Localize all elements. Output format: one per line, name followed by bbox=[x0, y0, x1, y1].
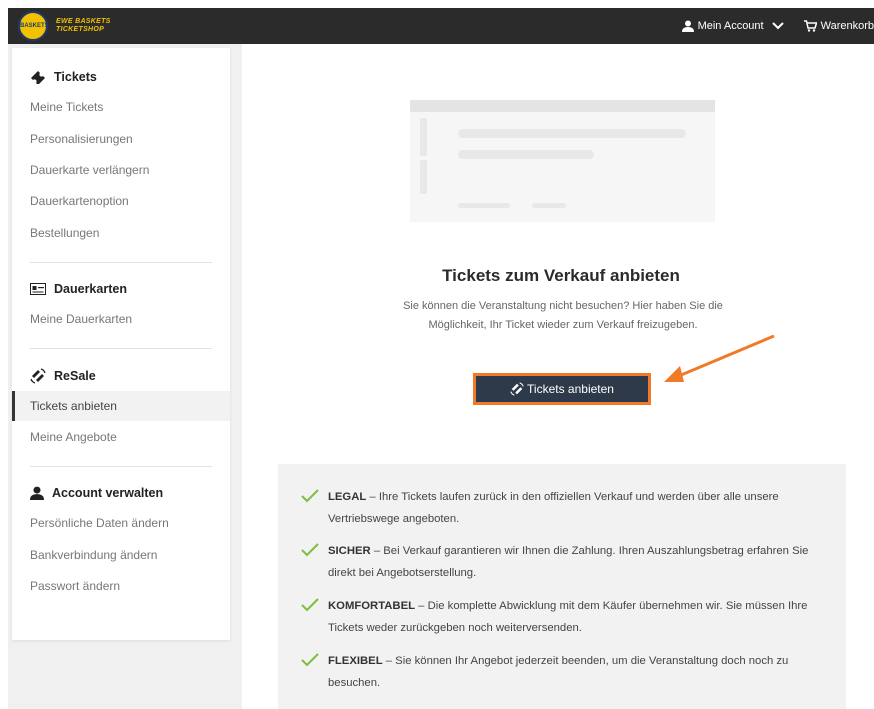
page-title: Tickets zum Verkauf anbieten bbox=[442, 266, 680, 285]
sidebar-item-bestellungen[interactable]: Bestellungen bbox=[30, 226, 99, 240]
id-card-icon bbox=[30, 283, 46, 295]
brand-line-1: EWE BASKETS bbox=[56, 18, 111, 25]
benefit-text: SICHER – Bei Verkauf garantieren wir Ihn… bbox=[328, 545, 809, 579]
annotation-arrow-icon bbox=[664, 334, 775, 382]
benefit-label: LEGAL bbox=[328, 491, 367, 503]
sidebar: Tickets Meine Tickets Personalisierungen… bbox=[12, 48, 230, 640]
checkmark-icon bbox=[301, 653, 319, 667]
user-icon bbox=[30, 486, 44, 500]
sidebar-section-tickets-title: Tickets bbox=[54, 70, 97, 84]
sidebar-item-tickets-anbieten[interactable]: Tickets anbieten bbox=[12, 391, 230, 421]
benefit-description: Sie können Ihr Angebot jederzeit beenden… bbox=[328, 655, 789, 689]
top-nav-actions: Mein Account Warenkorb bbox=[668, 8, 874, 44]
cart-label: Warenkorb bbox=[820, 20, 874, 32]
illustration-side-bar bbox=[420, 118, 427, 156]
sidebar-section-resale: ReSale bbox=[30, 368, 96, 384]
sidebar-item-passwort[interactable]: Passwort ändern bbox=[30, 579, 120, 593]
account-menu-label: Mein Account bbox=[697, 20, 764, 32]
sidebar-item-dauerkartenoption[interactable]: Dauerkartenoption bbox=[30, 194, 129, 208]
top-navigation-bar: BASKETS EWE BASKETS TICKETSHOP Mein Acco… bbox=[8, 8, 874, 44]
ticket-illustration bbox=[410, 100, 715, 222]
chevron-down-icon bbox=[771, 22, 784, 30]
brand-logo[interactable]: BASKETS EWE BASKETS TICKETSHOP bbox=[18, 11, 138, 41]
benefit-description: Ihre Tickets laufen zurück in den offizi… bbox=[328, 491, 779, 525]
checkmark-icon bbox=[301, 598, 319, 612]
sidebar-section-dauerkarten-title: Dauerkarten bbox=[54, 282, 127, 296]
sidebar-divider bbox=[30, 466, 212, 467]
illustration-side-bar bbox=[420, 160, 427, 194]
resale-icon bbox=[510, 382, 524, 396]
user-icon bbox=[681, 20, 694, 32]
illustration-text-line bbox=[458, 203, 510, 208]
checkmark-icon bbox=[301, 543, 319, 557]
illustration-text-line bbox=[532, 203, 566, 208]
benefits-panel: LEGAL – Ihre Tickets laufen zurück in de… bbox=[278, 464, 846, 709]
sidebar-item-dauerkarte-verlaengern[interactable]: Dauerkarte verlängern bbox=[30, 163, 149, 177]
illustration-text-line bbox=[458, 129, 686, 138]
sidebar-section-account: Account verwalten bbox=[30, 486, 163, 500]
sidebar-section-resale-title: ReSale bbox=[54, 369, 96, 383]
sidebar-item-meine-angebote[interactable]: Meine Angebote bbox=[30, 430, 117, 444]
ticket-icon bbox=[31, 71, 45, 84]
account-menu[interactable]: Mein Account bbox=[681, 20, 790, 32]
tickets-anbieten-button[interactable]: Tickets anbieten bbox=[473, 373, 651, 405]
baskets-badge-icon: BASKETS bbox=[18, 11, 49, 41]
benefit-label: SICHER bbox=[328, 545, 371, 557]
benefit-description: Bei Verkauf garantieren wir Ihnen die Za… bbox=[328, 545, 809, 579]
illustration-header-bar bbox=[410, 100, 715, 112]
sidebar-divider bbox=[30, 262, 212, 263]
sidebar-section-tickets: Tickets bbox=[30, 70, 97, 84]
sidebar-item-meine-tickets[interactable]: Meine Tickets bbox=[30, 100, 103, 114]
benefit-label: FLEXIBEL bbox=[328, 655, 383, 667]
sidebar-section-dauerkarten: Dauerkarten bbox=[30, 282, 127, 296]
benefit-label: KOMFORTABEL bbox=[328, 600, 416, 612]
illustration-text-line bbox=[458, 150, 594, 159]
sidebar-item-persoenliche-daten[interactable]: Persönliche Daten ändern bbox=[30, 516, 169, 530]
sidebar-item-bankverbindung[interactable]: Bankverbindung ändern bbox=[30, 548, 157, 562]
checkmark-icon bbox=[301, 489, 319, 503]
brand-text: EWE BASKETS TICKETSHOP bbox=[56, 18, 111, 34]
benefit-text: KOMFORTABEL – Die komplette Abwicklung m… bbox=[328, 600, 808, 634]
resale-icon bbox=[30, 368, 46, 384]
cart-icon bbox=[803, 20, 817, 32]
benefit-text: LEGAL – Ihre Tickets laufen zurück in de… bbox=[328, 491, 779, 525]
cart-link[interactable]: Warenkorb bbox=[803, 20, 874, 32]
sidebar-item-meine-dauerkarten[interactable]: Meine Dauerkarten bbox=[30, 312, 132, 326]
sidebar-section-account-title: Account verwalten bbox=[52, 486, 164, 500]
sidebar-item-personalisierungen[interactable]: Personalisierungen bbox=[30, 132, 133, 146]
tickets-anbieten-label: Tickets anbieten bbox=[527, 382, 614, 396]
sidebar-divider bbox=[30, 348, 212, 349]
benefit-text: FLEXIBEL – Sie können Ihr Angebot jederz… bbox=[328, 655, 789, 689]
brand-line-2: TICKETSHOP bbox=[56, 26, 105, 33]
